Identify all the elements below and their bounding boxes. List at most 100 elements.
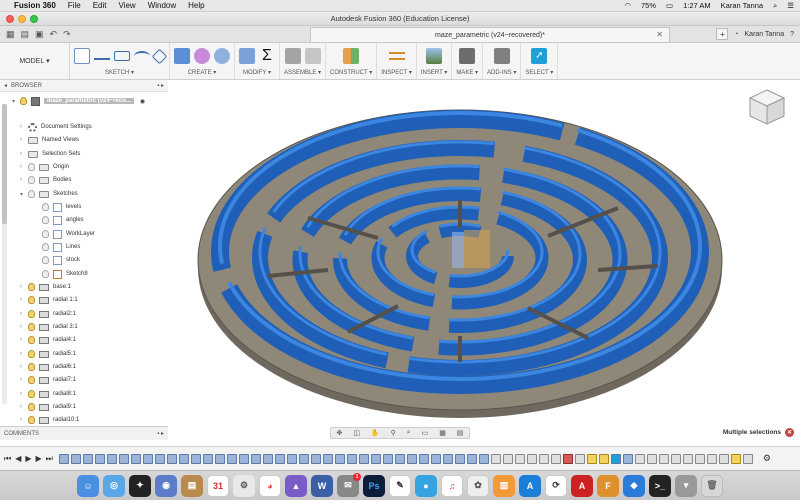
- clock[interactable]: 1:27 AM: [683, 1, 711, 10]
- tree-item-document-settings[interactable]: › Document Settings: [20, 121, 92, 133]
- save-icon[interactable]: ▣: [35, 29, 44, 40]
- menu-window[interactable]: Window: [148, 1, 176, 10]
- visibility-bulb-icon[interactable]: [28, 390, 35, 398]
- timeline-feature[interactable]: [310, 453, 321, 464]
- expand-arrow-icon[interactable]: ›: [20, 284, 28, 290]
- timeline-feature[interactable]: [130, 453, 141, 464]
- center-origin-marker[interactable]: [464, 230, 490, 268]
- timeline-back-icon[interactable]: ◀: [15, 454, 21, 464]
- visibility-bulb-icon[interactable]: [42, 256, 49, 264]
- visibility-bulb-icon[interactable]: [28, 376, 35, 384]
- timeline-feature[interactable]: [166, 453, 177, 464]
- viewports-icon[interactable]: ▤: [457, 429, 464, 437]
- timeline-play-icon[interactable]: ▶: [25, 454, 31, 464]
- browser-scrollbar[interactable]: [2, 104, 7, 404]
- expand-arrow-icon[interactable]: ›: [20, 417, 28, 423]
- timeline-feature[interactable]: [442, 453, 453, 464]
- addins-group[interactable]: ADD-INS ▾: [483, 43, 522, 79]
- expand-arrow-icon[interactable]: ›: [20, 364, 28, 370]
- tree-item-radial9[interactable]: › radial9:1: [20, 401, 76, 413]
- timeline-feature[interactable]: [82, 453, 93, 464]
- terminal-icon[interactable]: >_: [649, 474, 671, 497]
- timeline-feature[interactable]: [646, 453, 657, 464]
- fit-icon[interactable]: ⌕: [407, 429, 411, 437]
- visibility-bulb-icon[interactable]: [28, 336, 35, 344]
- extrude-icon[interactable]: [174, 48, 190, 64]
- battery-icon[interactable]: ▭: [666, 1, 673, 10]
- expand-arrow-icon[interactable]: ›: [20, 137, 28, 143]
- expand-arrow-icon[interactable]: ›: [20, 324, 28, 330]
- timeline-feature[interactable]: [238, 453, 249, 464]
- tabbar-user[interactable]: Karan Tanna: [745, 31, 785, 38]
- sketch-group[interactable]: SKETCH ▾: [70, 43, 170, 79]
- viewport-canvas[interactable]: [168, 80, 800, 426]
- music-icon[interactable]: ♫: [441, 474, 463, 497]
- display-settings-icon[interactable]: ▭: [422, 429, 429, 437]
- timeline-settings-icon[interactable]: ⚙: [763, 453, 771, 464]
- visibility-bulb-icon[interactable]: [28, 176, 35, 184]
- timeline-feature[interactable]: [466, 453, 477, 464]
- menu-view[interactable]: View: [118, 1, 135, 10]
- line-icon[interactable]: [94, 52, 110, 60]
- word-icon[interactable]: W: [311, 474, 333, 497]
- launchpad-icon[interactable]: ✦: [129, 474, 151, 497]
- timeline-feature[interactable]: [730, 453, 741, 464]
- expand-arrow-icon[interactable]: ›: [20, 391, 28, 397]
- tree-item-sketch-angles[interactable]: angles: [42, 214, 84, 226]
- maze-model[interactable]: [168, 80, 800, 426]
- timeline-feature[interactable]: [154, 453, 165, 464]
- timeline-feature[interactable]: [490, 453, 501, 464]
- timeline-feature[interactable]: [202, 453, 213, 464]
- system-preferences-icon[interactable]: ⚙: [233, 474, 255, 497]
- expand-arrow-icon[interactable]: ›: [20, 164, 28, 170]
- keynote-icon[interactable]: ▲: [285, 474, 307, 497]
- tree-item-radial10[interactable]: › radial10:1: [20, 414, 79, 426]
- grid-icon[interactable]: ▦: [6, 29, 15, 40]
- textedit-icon[interactable]: ✎: [389, 474, 411, 497]
- expand-arrow-icon[interactable]: ▾: [12, 98, 20, 105]
- new-component-icon[interactable]: [284, 48, 301, 64]
- wifi-icon[interactable]: ◠: [624, 1, 631, 10]
- make-group[interactable]: MAKE ▾: [452, 43, 483, 79]
- zoom-icon[interactable]: ⚲: [391, 429, 396, 437]
- tree-item-sketch-levels[interactable]: levels: [42, 201, 81, 213]
- redo-icon[interactable]: ↷: [63, 29, 71, 40]
- notes-app-icon[interactable]: ▤: [181, 474, 203, 497]
- app-store-icon[interactable]: A: [519, 474, 541, 497]
- modify-group[interactable]: Σ MODIFY ▾: [235, 43, 280, 79]
- visibility-bulb-icon[interactable]: [28, 350, 35, 358]
- timeline-end-icon[interactable]: ⏭: [46, 454, 53, 464]
- messages-bubble-icon[interactable]: ●: [415, 474, 437, 497]
- expand-arrow-icon[interactable]: ›: [20, 177, 28, 183]
- photoshop-icon[interactable]: Ps: [363, 474, 385, 497]
- tree-item-origin[interactable]: › Origin: [20, 161, 69, 173]
- arc-icon[interactable]: [134, 51, 150, 61]
- construct-group[interactable]: CONSTRUCT ▾: [326, 43, 378, 79]
- collapse-browser-icon[interactable]: ◂: [4, 82, 7, 89]
- menu-edit[interactable]: Edit: [93, 1, 107, 10]
- select-cursor-icon[interactable]: ➚: [531, 48, 548, 64]
- sync-icon[interactable]: ⟳: [545, 474, 567, 497]
- visibility-bulb-icon[interactable]: [42, 243, 49, 251]
- sigma-parameters-icon[interactable]: Σ: [259, 48, 275, 64]
- timeline-feature[interactable]: [586, 453, 597, 464]
- polygon-icon[interactable]: [151, 48, 168, 64]
- timeline-feature[interactable]: [334, 453, 345, 464]
- tree-item-sketch-stock[interactable]: stock: [42, 254, 80, 266]
- expand-arrow-icon[interactable]: ›: [20, 351, 28, 357]
- job-status-icon[interactable]: ◔: [734, 31, 738, 38]
- expand-arrow-icon[interactable]: ▾: [20, 191, 28, 198]
- look-at-icon[interactable]: ◫: [353, 429, 360, 437]
- activate-radio-icon[interactable]: ◉: [140, 98, 145, 105]
- offset-plane-icon[interactable]: [343, 48, 360, 64]
- document-tab[interactable]: maze_parametric (v24~recovered)* ✕: [310, 27, 670, 42]
- timeline-feature[interactable]: [514, 453, 525, 464]
- clear-selection-icon[interactable]: ✕: [785, 428, 794, 437]
- timeline-feature[interactable]: [526, 453, 537, 464]
- timeline-feature[interactable]: [538, 453, 549, 464]
- tree-item-sketch8[interactable]: Sketch8: [42, 268, 88, 280]
- messages-icon[interactable]: ✉ 1: [337, 472, 361, 497]
- visibility-bulb-icon[interactable]: [28, 310, 35, 318]
- downloads-folder-icon[interactable]: ▾: [675, 474, 697, 497]
- workspace-switcher[interactable]: MODEL ▾: [0, 43, 70, 79]
